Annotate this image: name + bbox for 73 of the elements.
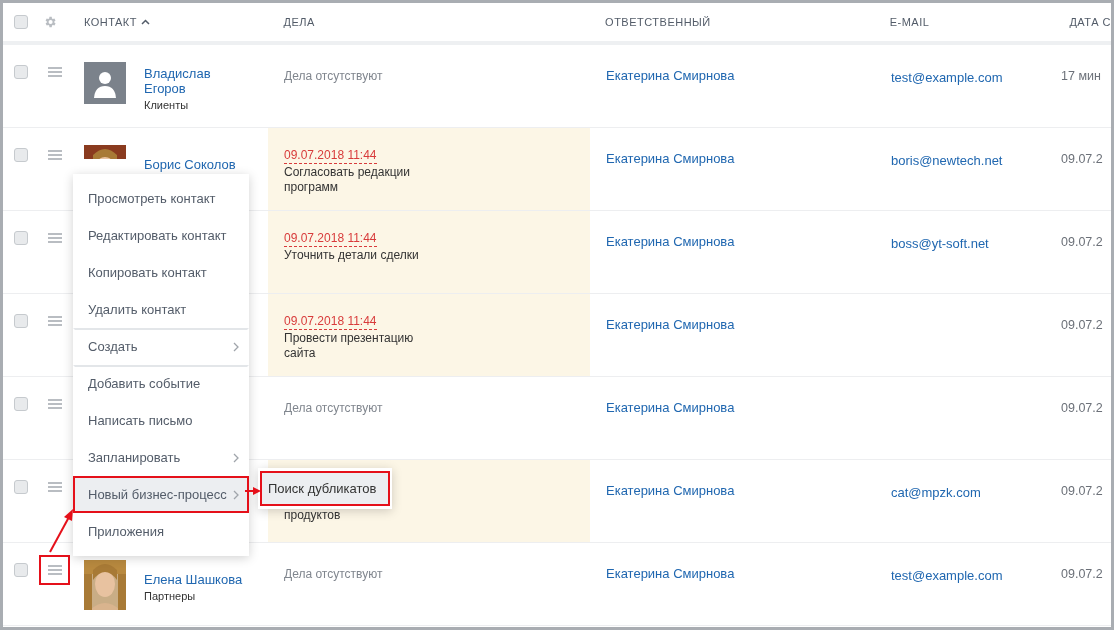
menu-item[interactable]: Написать письмо bbox=[73, 402, 249, 439]
annotation-arrow bbox=[49, 509, 73, 553]
menu-icon bbox=[47, 565, 62, 575]
menu-item[interactable]: Просмотреть контакт bbox=[73, 180, 249, 217]
responsible-link[interactable]: Екатерина Смирнова bbox=[606, 400, 735, 415]
date-text: 09.07.2 bbox=[1061, 484, 1103, 498]
chevron-right-icon bbox=[233, 452, 239, 463]
contact-name-link[interactable]: Елена Шашкова bbox=[144, 572, 243, 587]
responsible-link[interactable]: Екатерина Смирнова bbox=[606, 151, 735, 166]
menu-item[interactable]: Создать bbox=[73, 328, 249, 365]
no-tasks-text: Дела отсутствуют bbox=[284, 69, 383, 83]
checkbox[interactable] bbox=[14, 314, 28, 328]
column-header[interactable]: ДАТА С bbox=[1069, 13, 1111, 31]
responsible-link[interactable]: Екатерина Смирнова bbox=[606, 68, 735, 83]
sort-ascending-icon bbox=[141, 19, 150, 25]
contact-type: Партнеры bbox=[144, 589, 196, 604]
menu-item[interactable]: Удалить контакт bbox=[73, 291, 249, 328]
task-deadline-link[interactable]: 09.07.2018 11:44 bbox=[284, 231, 377, 247]
checkbox[interactable] bbox=[14, 397, 28, 411]
menu-icon bbox=[47, 482, 62, 492]
annotation-arrow bbox=[244, 487, 261, 495]
no-tasks-text: Дела отсутствуют bbox=[284, 567, 383, 581]
contact-type: Клиенты bbox=[144, 98, 189, 113]
email-link[interactable]: test@example.com bbox=[891, 70, 1003, 85]
responsible-link[interactable]: Екатерина Смирнова bbox=[606, 483, 735, 498]
contact-name-link[interactable]: Владислав Егоров bbox=[144, 66, 211, 96]
date-text: 17 мин bbox=[1061, 69, 1101, 83]
menu-icon bbox=[47, 150, 62, 160]
column-header[interactable]: E-MAIL bbox=[889, 13, 930, 31]
checkbox[interactable] bbox=[14, 480, 28, 494]
email-link[interactable]: boss@yt-soft.net bbox=[891, 236, 989, 251]
date-text: 09.07.2 bbox=[1061, 235, 1103, 249]
menu-icon bbox=[47, 399, 62, 409]
no-tasks-text: Дела отсутствуют bbox=[284, 401, 383, 415]
column-header[interactable]: КОНТАКТ bbox=[83, 13, 150, 31]
task-title: Уточнить детали сделки bbox=[284, 248, 420, 263]
menu-item[interactable]: Редактировать контакт bbox=[73, 217, 249, 254]
task-title: Согласовать редакции программ bbox=[284, 165, 411, 195]
chevron-right-icon bbox=[233, 341, 239, 352]
menu-item[interactable]: Запланировать bbox=[73, 439, 249, 476]
avatar-placeholder-icon bbox=[84, 62, 126, 104]
date-text: 09.07.2 bbox=[1061, 567, 1103, 581]
date-text: 09.07.2 bbox=[1061, 152, 1103, 166]
column-header[interactable]: ДЕЛА bbox=[283, 13, 315, 31]
menu-item[interactable]: Копировать контакт bbox=[73, 254, 249, 291]
responsible-link[interactable]: Екатерина Смирнова bbox=[606, 234, 735, 249]
menu-item[interactable]: Новый бизнес-процесс bbox=[73, 476, 249, 513]
menu-icon bbox=[47, 316, 62, 326]
chevron-right-icon bbox=[233, 489, 239, 500]
menu-item[interactable]: Приложения bbox=[73, 513, 249, 550]
menu-icon bbox=[47, 233, 62, 243]
column-header[interactable]: ОТВЕТСТВЕННЫЙ bbox=[605, 13, 711, 31]
task-title: продуктов bbox=[284, 508, 341, 523]
contact-name-link[interactable]: Борис Соколов bbox=[144, 157, 236, 172]
checkbox[interactable] bbox=[14, 231, 28, 245]
date-text: 09.07.2 bbox=[1061, 318, 1103, 332]
email-link[interactable]: test@example.com bbox=[891, 568, 1003, 583]
task-deadline-link[interactable]: 09.07.2018 11:44 bbox=[284, 314, 377, 330]
checkbox[interactable] bbox=[14, 563, 28, 577]
checkbox[interactable] bbox=[14, 148, 28, 162]
checkbox[interactable] bbox=[14, 65, 28, 79]
date-text: 09.07.2 bbox=[1061, 401, 1103, 415]
task-title: Провести презентацию сайта bbox=[284, 331, 415, 361]
task-deadline-link[interactable]: 09.07.2018 11:44 bbox=[284, 148, 377, 164]
menu-icon bbox=[47, 67, 62, 77]
responsible-link[interactable]: Екатерина Смирнова bbox=[606, 317, 735, 332]
menu-item[interactable]: Поиск дубликатов bbox=[260, 471, 390, 506]
checkbox[interactable] bbox=[13, 15, 28, 29]
email-link[interactable]: boris@newtech.net bbox=[891, 153, 1003, 168]
row-menu-button[interactable] bbox=[39, 555, 70, 585]
menu-item[interactable]: Добавить событие bbox=[73, 365, 249, 402]
responsible-link[interactable]: Екатерина Смирнова bbox=[606, 566, 735, 581]
email-link[interactable]: cat@mpzk.com bbox=[891, 485, 981, 500]
